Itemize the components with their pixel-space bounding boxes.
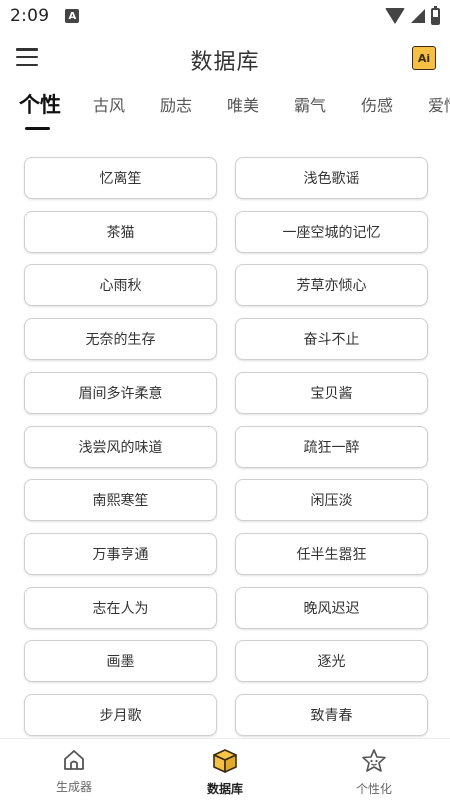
nav-database[interactable]: 数据库 <box>180 747 270 797</box>
name-item[interactable]: 无奈的生存 <box>24 318 217 361</box>
name-item[interactable]: 晚风迟迟 <box>235 586 428 629</box>
name-item[interactable]: 眉间多许柔意 <box>24 371 217 414</box>
category-tabs: 个性 古风 励志 唯美 霸气 伤感 爱情 <box>0 92 450 132</box>
name-item[interactable]: 奋斗不止 <box>235 318 428 361</box>
app-bar: 数据库 Ai <box>0 36 450 82</box>
home-icon <box>64 750 84 770</box>
status-bar: 2:09 A <box>0 0 450 32</box>
name-item[interactable]: 逐光 <box>235 640 428 683</box>
name-item[interactable]: 一座空城的记忆 <box>235 210 428 253</box>
name-item[interactable]: 万事亨通 <box>24 532 217 575</box>
nav-generator[interactable]: 生成器 <box>29 747 119 795</box>
name-item[interactable]: 浅色歌谣 <box>235 157 428 199</box>
nav-personalize-label: 个性化 <box>355 782 392 796</box>
notification-icon: A <box>65 9 80 23</box>
tab-shanggan[interactable]: 伤感 <box>361 92 393 116</box>
name-item[interactable]: 志在人为 <box>24 586 217 629</box>
wifi-icon <box>385 8 405 24</box>
name-item[interactable]: 心雨秋 <box>24 264 217 307</box>
name-item[interactable]: 画墨 <box>24 640 217 683</box>
signal-icon <box>411 9 425 23</box>
star-face-icon <box>362 749 386 772</box>
tab-indicator <box>25 127 50 130</box>
nav-database-label: 数据库 <box>206 782 243 796</box>
name-item[interactable]: 闲压淡 <box>235 479 428 522</box>
name-item[interactable]: 疏狂一醉 <box>235 425 428 468</box>
name-item[interactable]: 茶猫 <box>24 210 217 253</box>
name-item[interactable]: 步月歌 <box>24 694 217 736</box>
name-item[interactable]: 南熙寒笙 <box>24 479 217 522</box>
tab-baqi[interactable]: 霸气 <box>294 92 326 116</box>
name-item[interactable]: 任半生嚣狂 <box>235 532 428 575</box>
database-box-icon <box>213 749 237 773</box>
tab-gexing[interactable]: 个性 <box>19 92 61 119</box>
nav-generator-label: 生成器 <box>55 780 92 794</box>
app-screen: 2:09 A 数据库 Ai 个性 古风 励志 唯美 霸气 伤感 爱情 忆离笙 浅… <box>0 0 450 800</box>
bottom-nav: 生成器 数据库 个性化 <box>0 738 450 800</box>
name-item[interactable]: 忆离笙 <box>24 157 217 199</box>
tab-lizhi[interactable]: 励志 <box>160 92 192 116</box>
tab-gufeng[interactable]: 古风 <box>93 92 125 116</box>
page-title: 数据库 <box>190 50 260 75</box>
battery-icon <box>431 5 440 25</box>
status-time: 2:09 <box>10 6 50 26</box>
tab-aiqing[interactable]: 爱情 <box>428 92 450 116</box>
name-item[interactable]: 致青春 <box>235 694 428 736</box>
name-item[interactable]: 浅尝风的味道 <box>24 425 217 468</box>
status-icons <box>385 5 440 25</box>
name-item[interactable]: 芳草亦倾心 <box>235 264 428 307</box>
tab-weimei[interactable]: 唯美 <box>227 92 259 116</box>
nav-personalize[interactable]: 个性化 <box>329 747 419 797</box>
ai-icon[interactable]: Ai <box>412 46 436 70</box>
name-item[interactable]: 宝贝酱 <box>235 371 428 414</box>
